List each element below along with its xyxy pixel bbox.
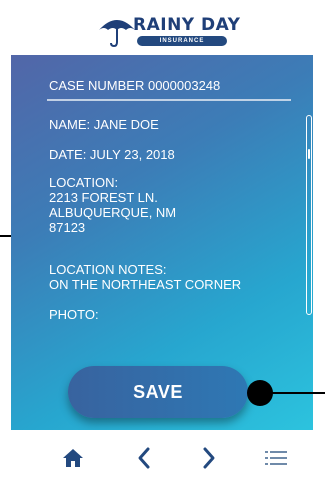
case-location-notes: LOCATION NOTES: ON THE NORTHEAST CORNER bbox=[49, 262, 242, 292]
save-button[interactable]: SAVE bbox=[68, 366, 248, 418]
case-name: NAME: JANE DOE bbox=[49, 117, 159, 132]
nav-back-button[interactable] bbox=[119, 430, 169, 485]
bottom-nav bbox=[11, 430, 313, 485]
divider bbox=[47, 99, 291, 101]
rainy-day-logo: RAINY DAY INSURANCE bbox=[97, 14, 247, 50]
home-icon bbox=[63, 448, 83, 467]
logo-title: RAINY DAY bbox=[133, 15, 241, 35]
case-photo-label: PHOTO: bbox=[49, 307, 99, 322]
case-number: CASE NUMBER 0000003248 bbox=[49, 78, 221, 93]
logo-subtitle: INSURANCE bbox=[137, 36, 227, 46]
case-date: DATE: JULY 23, 2018 bbox=[49, 147, 175, 162]
save-callout-dot bbox=[247, 380, 273, 406]
nav-menu-button[interactable] bbox=[251, 430, 301, 485]
app-header: RAINY DAY INSURANCE bbox=[11, 0, 313, 55]
case-location: LOCATION: 2213 FOREST LN. ALBUQUERQUE, N… bbox=[49, 175, 177, 235]
scrollbar-thumb[interactable] bbox=[308, 149, 310, 159]
scrollbar[interactable] bbox=[306, 115, 312, 315]
phone-screen: RAINY DAY INSURANCE CASE NUMBER 00000032… bbox=[11, 0, 313, 485]
nav-forward-button[interactable] bbox=[184, 430, 234, 485]
case-panel: CASE NUMBER 0000003248 NAME: JANE DOE DA… bbox=[11, 55, 313, 430]
chevron-right-icon bbox=[203, 447, 215, 468]
menu-list-icon bbox=[265, 450, 287, 465]
nav-home-button[interactable] bbox=[48, 430, 98, 485]
chevron-left-icon bbox=[138, 447, 150, 468]
umbrella-icon bbox=[99, 20, 135, 48]
